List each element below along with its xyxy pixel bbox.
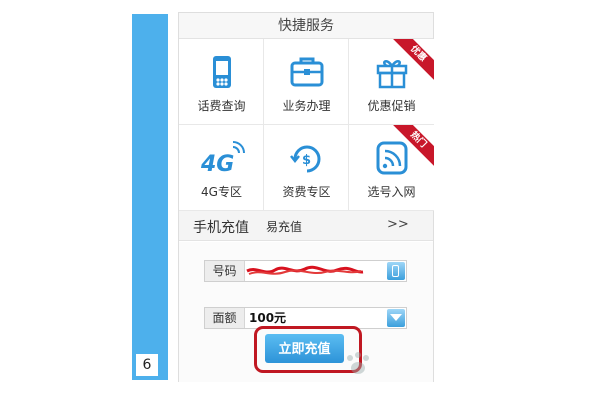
service-item-4g[interactable]: 4G 4G专区 bbox=[179, 125, 264, 211]
tabs-more-link[interactable]: >> bbox=[387, 217, 409, 232]
phone-number-label: 号码 bbox=[205, 261, 245, 281]
service-item-tariffs[interactable]: $ 资费专区 bbox=[264, 125, 349, 211]
page-number-badge: 6 bbox=[136, 354, 158, 376]
contacts-button[interactable] bbox=[387, 262, 405, 280]
service-item-label: 选号入网 bbox=[367, 185, 416, 199]
service-item-label: 资费专区 bbox=[282, 185, 331, 199]
service-item-number-selection[interactable]: 选号入网 热门 bbox=[349, 125, 434, 211]
amount-label: 面额 bbox=[205, 308, 245, 328]
tab-easy-recharge[interactable]: 易充值 bbox=[266, 218, 302, 235]
redaction-scribble bbox=[246, 265, 364, 275]
tab-mobile-recharge[interactable]: 手机充值 bbox=[193, 217, 249, 237]
svg-text:$: $ bbox=[302, 153, 311, 168]
chevron-down-icon bbox=[390, 314, 402, 321]
left-blue-sidebar bbox=[132, 14, 168, 380]
service-item-bill-query[interactable]: 话费查询 bbox=[179, 39, 264, 125]
service-item-label: 业务办理 bbox=[282, 99, 331, 113]
service-item-promotions[interactable]: 优惠促销 优惠 bbox=[349, 39, 434, 125]
screenshot-stage: 6 快捷服务 话费查询 业务办理 优惠促销 优惠 4G 4G专区 $ 资费专区 … bbox=[0, 0, 600, 400]
amount-selected-value: 100元 bbox=[249, 311, 287, 325]
mobile-phone-icon bbox=[392, 265, 399, 277]
service-grid: 话费查询 业务办理 优惠促销 优惠 4G 4G专区 $ 资费专区 选号入网 热门 bbox=[179, 39, 434, 211]
svg-text:4G: 4G bbox=[200, 152, 234, 177]
phone-number-field[interactable]: 号码 bbox=[204, 260, 407, 282]
service-item-label: 话费查询 bbox=[197, 99, 246, 113]
recharge-now-button[interactable]: 立即充值 bbox=[265, 334, 344, 363]
service-item-business[interactable]: 业务办理 bbox=[264, 39, 349, 125]
phone-icon bbox=[179, 51, 263, 95]
service-item-label: 4G专区 bbox=[201, 185, 242, 199]
amount-dropdown-button[interactable] bbox=[387, 309, 405, 327]
panel-title: 快捷服务 bbox=[179, 13, 433, 39]
briefcase-icon bbox=[264, 51, 348, 95]
recharge-tabs: 手机充值 易充值 >> bbox=[179, 211, 433, 241]
paw-watermark-icon bbox=[347, 352, 369, 374]
service-item-label: 优惠促销 bbox=[367, 99, 416, 113]
refresh-dollar-icon: $ bbox=[264, 137, 348, 181]
4g-icon: 4G bbox=[179, 137, 263, 181]
